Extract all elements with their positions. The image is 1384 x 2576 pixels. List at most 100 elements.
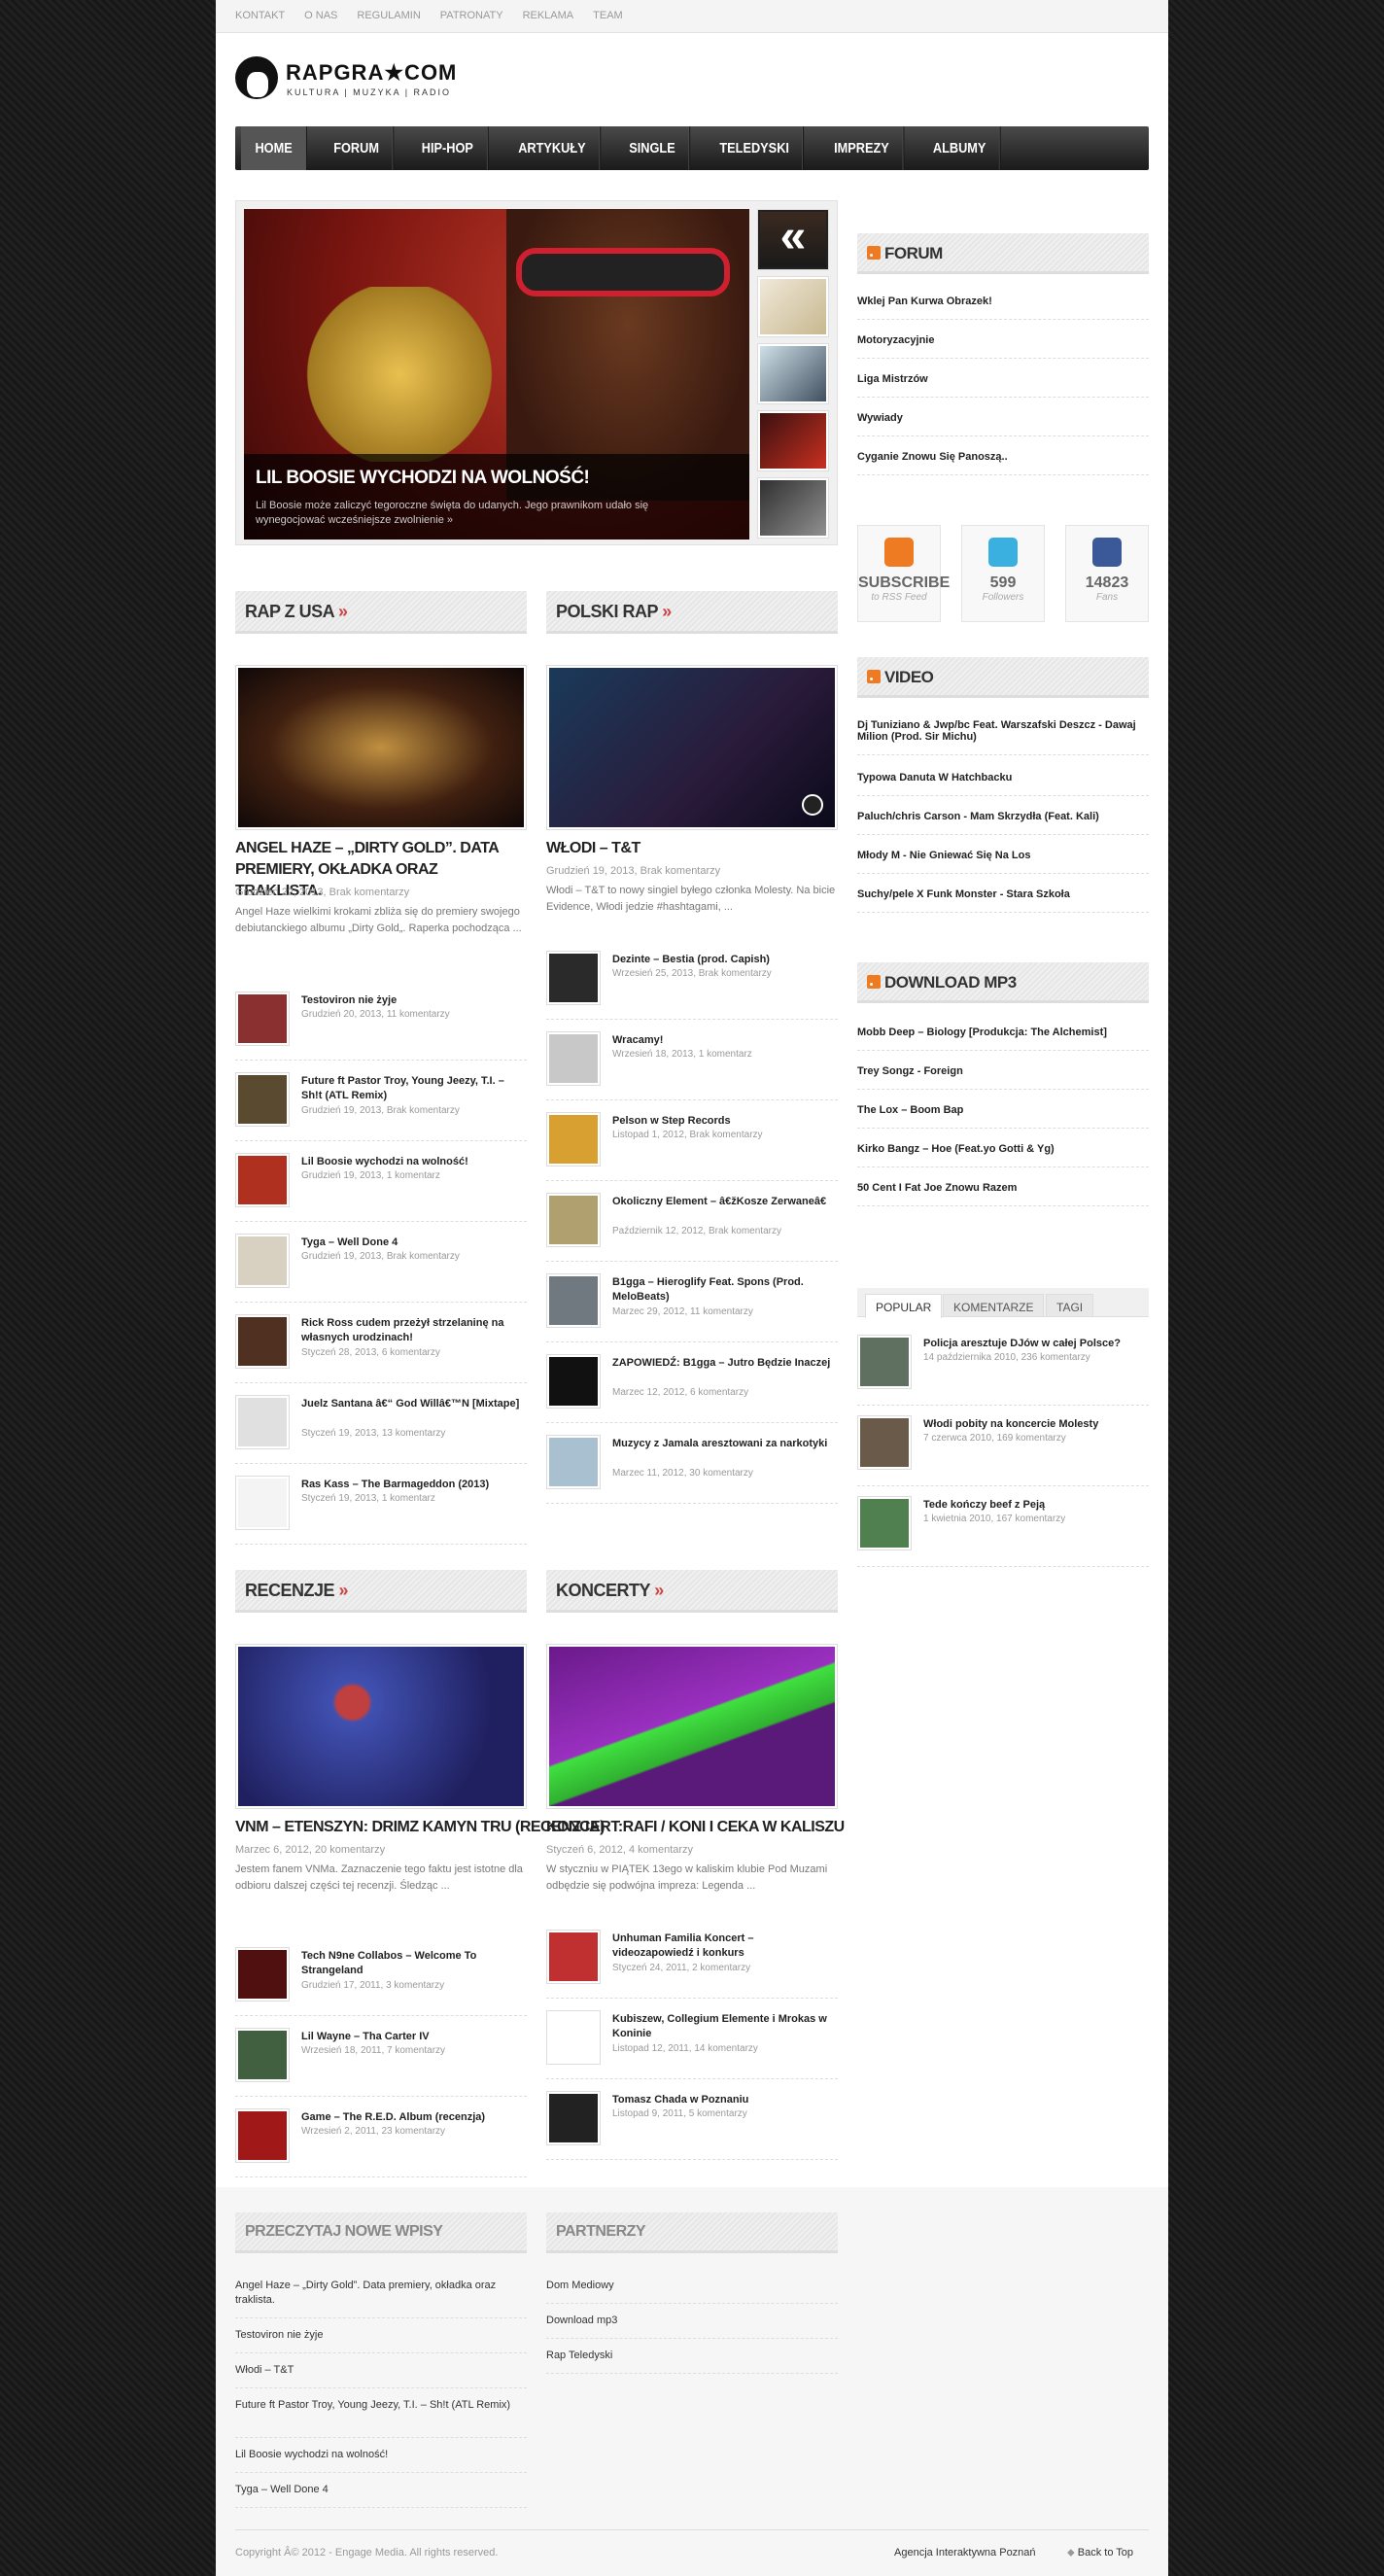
nav-hip-hop[interactable]: Hip-Hop: [407, 126, 489, 170]
list-item-thumb[interactable]: [546, 951, 601, 1005]
slider-image[interactable]: LIL BOOSIE WYCHODZI NA WOLNOŚĆ! Lil Boos…: [244, 209, 749, 540]
topnav-kontakt[interactable]: Kontakt: [235, 10, 285, 21]
back-to-top[interactable]: ⬥ Back to Top: [1067, 2547, 1133, 2559]
list-item-thumb[interactable]: [235, 1947, 290, 2002]
sidebar-link[interactable]: Młody M - Nie Gniewać Się Na Los: [857, 850, 1149, 874]
agency-link[interactable]: Agencja Interaktywna Poznań: [894, 2547, 1036, 2559]
sidebar-link[interactable]: Typowa Danuta W Hatchbacku: [857, 772, 1149, 796]
featured-image[interactable]: [235, 1644, 527, 1809]
sidebar-link[interactable]: The Lox – Boom Bap: [857, 1104, 1149, 1129]
list-item-title[interactable]: Okoliczny Element – â€žKosze Zerwaneâ€: [612, 1195, 838, 1209]
footer-post-link[interactable]: Lil Boosie wychodzi na wolność!: [235, 2448, 527, 2462]
list-item-thumb[interactable]: [235, 1072, 290, 1127]
forum-heading[interactable]: FORUM: [857, 233, 1149, 274]
list-item-title[interactable]: Kubiszew, Collegium Elemente i Mrokas w …: [612, 2012, 838, 2041]
footer-post-link[interactable]: Angel Haze – „Dirty Gold”. Data premiery…: [235, 2279, 527, 2308]
featured-image[interactable]: [235, 665, 527, 830]
featured-title[interactable]: WŁODI – T&T: [546, 838, 838, 859]
social-twitter[interactable]: 599 Followers: [961, 525, 1045, 622]
list-item-title[interactable]: Future ft Pastor Troy, Young Jeezy, T.I.…: [301, 1074, 527, 1103]
list-item-thumb[interactable]: [235, 1314, 290, 1369]
sidebar-link[interactable]: Trey Songz - Foreign: [857, 1065, 1149, 1090]
nav-artykuly[interactable]: Artykuły: [503, 126, 601, 170]
list-item-title[interactable]: Game – The R.E.D. Album (recenzja): [301, 2110, 527, 2125]
list-item-title[interactable]: Dezinte – Bestia (prod. Capish): [612, 953, 838, 967]
list-item-title[interactable]: Ras Kass – The Barmageddon (2013): [301, 1478, 527, 1492]
list-item-title[interactable]: ZAPOWIEDŹ: B1gga – Jutro Będzie Inaczej: [612, 1356, 838, 1371]
list-item-title[interactable]: Pelson w Step Records: [612, 1114, 838, 1129]
partner-link[interactable]: Download mp3: [546, 2314, 838, 2328]
popular-thumb[interactable]: [857, 1335, 912, 1389]
social-rss[interactable]: SUBSCRIBE to RSS Feed: [857, 525, 950, 622]
nav-teledyski[interactable]: Teledyski: [706, 126, 805, 170]
slider-title[interactable]: LIL BOOSIE WYCHODZI NA WOLNOŚĆ!: [256, 468, 590, 489]
topnav-team[interactable]: Team: [593, 10, 623, 21]
sidebar-link[interactable]: Cyganie Znowu Się Panoszą..: [857, 451, 1149, 475]
list-item-thumb[interactable]: [235, 2028, 290, 2082]
featured-title[interactable]: VNM – ETENSZYN: DRIMZ KAMYN TRU (RECENZJ…: [235, 1817, 605, 1838]
nav-albumy[interactable]: Albumy: [918, 126, 1001, 170]
list-item-thumb[interactable]: [235, 1476, 290, 1530]
popular-title[interactable]: Włodi pobity na koncercie Molesty: [923, 1417, 1149, 1432]
list-item-thumb[interactable]: [546, 1193, 601, 1247]
featured-title[interactable]: KONCERT:RAFI / KONI I CEKA W KALISZU: [546, 1817, 845, 1838]
list-item-thumb[interactable]: [235, 1153, 290, 1207]
section-heading[interactable]: RAP Z USA »: [235, 591, 527, 634]
slider-thumb-4[interactable]: [757, 477, 829, 539]
nav-imprezy[interactable]: Imprezy: [820, 126, 905, 170]
nav-single[interactable]: Single: [615, 126, 691, 170]
sidebar-link[interactable]: Paluch/chris Carson - Mam Skrzydła (Feat…: [857, 811, 1149, 835]
topnav-reklama[interactable]: Reklama: [523, 10, 574, 21]
tab-komentarze[interactable]: KOMENTARZE: [943, 1294, 1045, 1317]
topnav-patronaty[interactable]: Patronaty: [440, 10, 503, 21]
footer-post-link[interactable]: Włodi – T&T: [235, 2363, 527, 2378]
sidebar-link[interactable]: Wklej Pan Kurwa Obrazek!: [857, 296, 1149, 320]
download-heading[interactable]: DOWNLOAD MP3: [857, 962, 1149, 1003]
list-item-thumb[interactable]: [546, 2010, 601, 2065]
slider-thumb-1[interactable]: [757, 276, 829, 337]
list-item-title[interactable]: Tomasz Chada w Poznaniu: [612, 2093, 838, 2107]
social-facebook[interactable]: 14823 Fans: [1065, 525, 1149, 622]
slider-thumb-3[interactable]: [757, 410, 829, 471]
tab-popular[interactable]: POPULAR: [865, 1294, 943, 1318]
list-item-title[interactable]: Tyga – Well Done 4: [301, 1236, 527, 1250]
list-item-thumb[interactable]: [546, 1112, 601, 1166]
list-item-title[interactable]: Unhuman Familia Koncert – videozapowiedź…: [612, 1932, 838, 1961]
list-item-title[interactable]: Rick Ross cudem przeżył strzelaninę na w…: [301, 1316, 527, 1345]
popular-title[interactable]: Policja aresztuje DJów w całej Polsce?: [923, 1337, 1149, 1351]
popular-thumb[interactable]: [857, 1415, 912, 1470]
list-item-thumb[interactable]: [546, 1273, 601, 1328]
list-item-title[interactable]: Tech N9ne Collabos – Welcome To Strangel…: [301, 1949, 527, 1978]
sidebar-link[interactable]: Wywiady: [857, 412, 1149, 436]
section-heading[interactable]: KONCERTY »: [546, 1570, 838, 1613]
slider-thumb-2[interactable]: [757, 343, 829, 404]
video-heading[interactable]: VIDEO: [857, 657, 1149, 698]
popular-thumb[interactable]: [857, 1496, 912, 1550]
featured-image[interactable]: [546, 1644, 838, 1809]
list-item-thumb[interactable]: [546, 2091, 601, 2145]
list-item-thumb[interactable]: [235, 2108, 290, 2163]
sidebar-link[interactable]: Mobb Deep – Biology [Produkcja: The Alch…: [857, 1027, 1149, 1051]
sidebar-link[interactable]: Dj Tuniziano & Jwp/bc Feat. Warszafski D…: [857, 719, 1149, 755]
list-item-title[interactable]: Juelz Santana â€“ God Willâ€™N [Mixtape]: [301, 1397, 527, 1411]
topnav-regulamin[interactable]: Regulamin: [357, 10, 420, 21]
list-item-thumb[interactable]: [235, 992, 290, 1046]
sidebar-link[interactable]: 50 Cent I Fat Joe Znowu Razem: [857, 1182, 1149, 1206]
list-item-thumb[interactable]: [546, 1930, 601, 1984]
list-item-title[interactable]: B1gga – Hieroglify Feat. Spons (Prod. Me…: [612, 1275, 838, 1305]
partner-link[interactable]: Rap Teledyski: [546, 2349, 838, 2363]
list-item-title[interactable]: Lil Boosie wychodzi na wolność!: [301, 1155, 527, 1169]
list-item-title[interactable]: Wracamy!: [612, 1033, 838, 1048]
list-item-thumb[interactable]: [235, 1234, 290, 1288]
slider-prev-button[interactable]: «: [757, 209, 829, 270]
nav-home[interactable]: Home: [241, 126, 307, 170]
footer-post-link[interactable]: Testoviron nie żyje: [235, 2328, 527, 2343]
popular-title[interactable]: Tede kończy beef z Peją: [923, 1498, 1149, 1513]
sidebar-link[interactable]: Kirko Bangz – Hoe (Feat.yo Gotti & Yg): [857, 1143, 1149, 1167]
list-item-thumb[interactable]: [546, 1435, 601, 1489]
sidebar-link[interactable]: Suchy/pele X Funk Monster - Stara Szkoła: [857, 888, 1149, 913]
footer-post-link[interactable]: Future ft Pastor Troy, Young Jeezy, T.I.…: [235, 2398, 527, 2413]
section-heading[interactable]: RECENZJE »: [235, 1570, 527, 1613]
partner-link[interactable]: Dom Mediowy: [546, 2279, 838, 2293]
list-item-thumb[interactable]: [235, 1395, 290, 1449]
